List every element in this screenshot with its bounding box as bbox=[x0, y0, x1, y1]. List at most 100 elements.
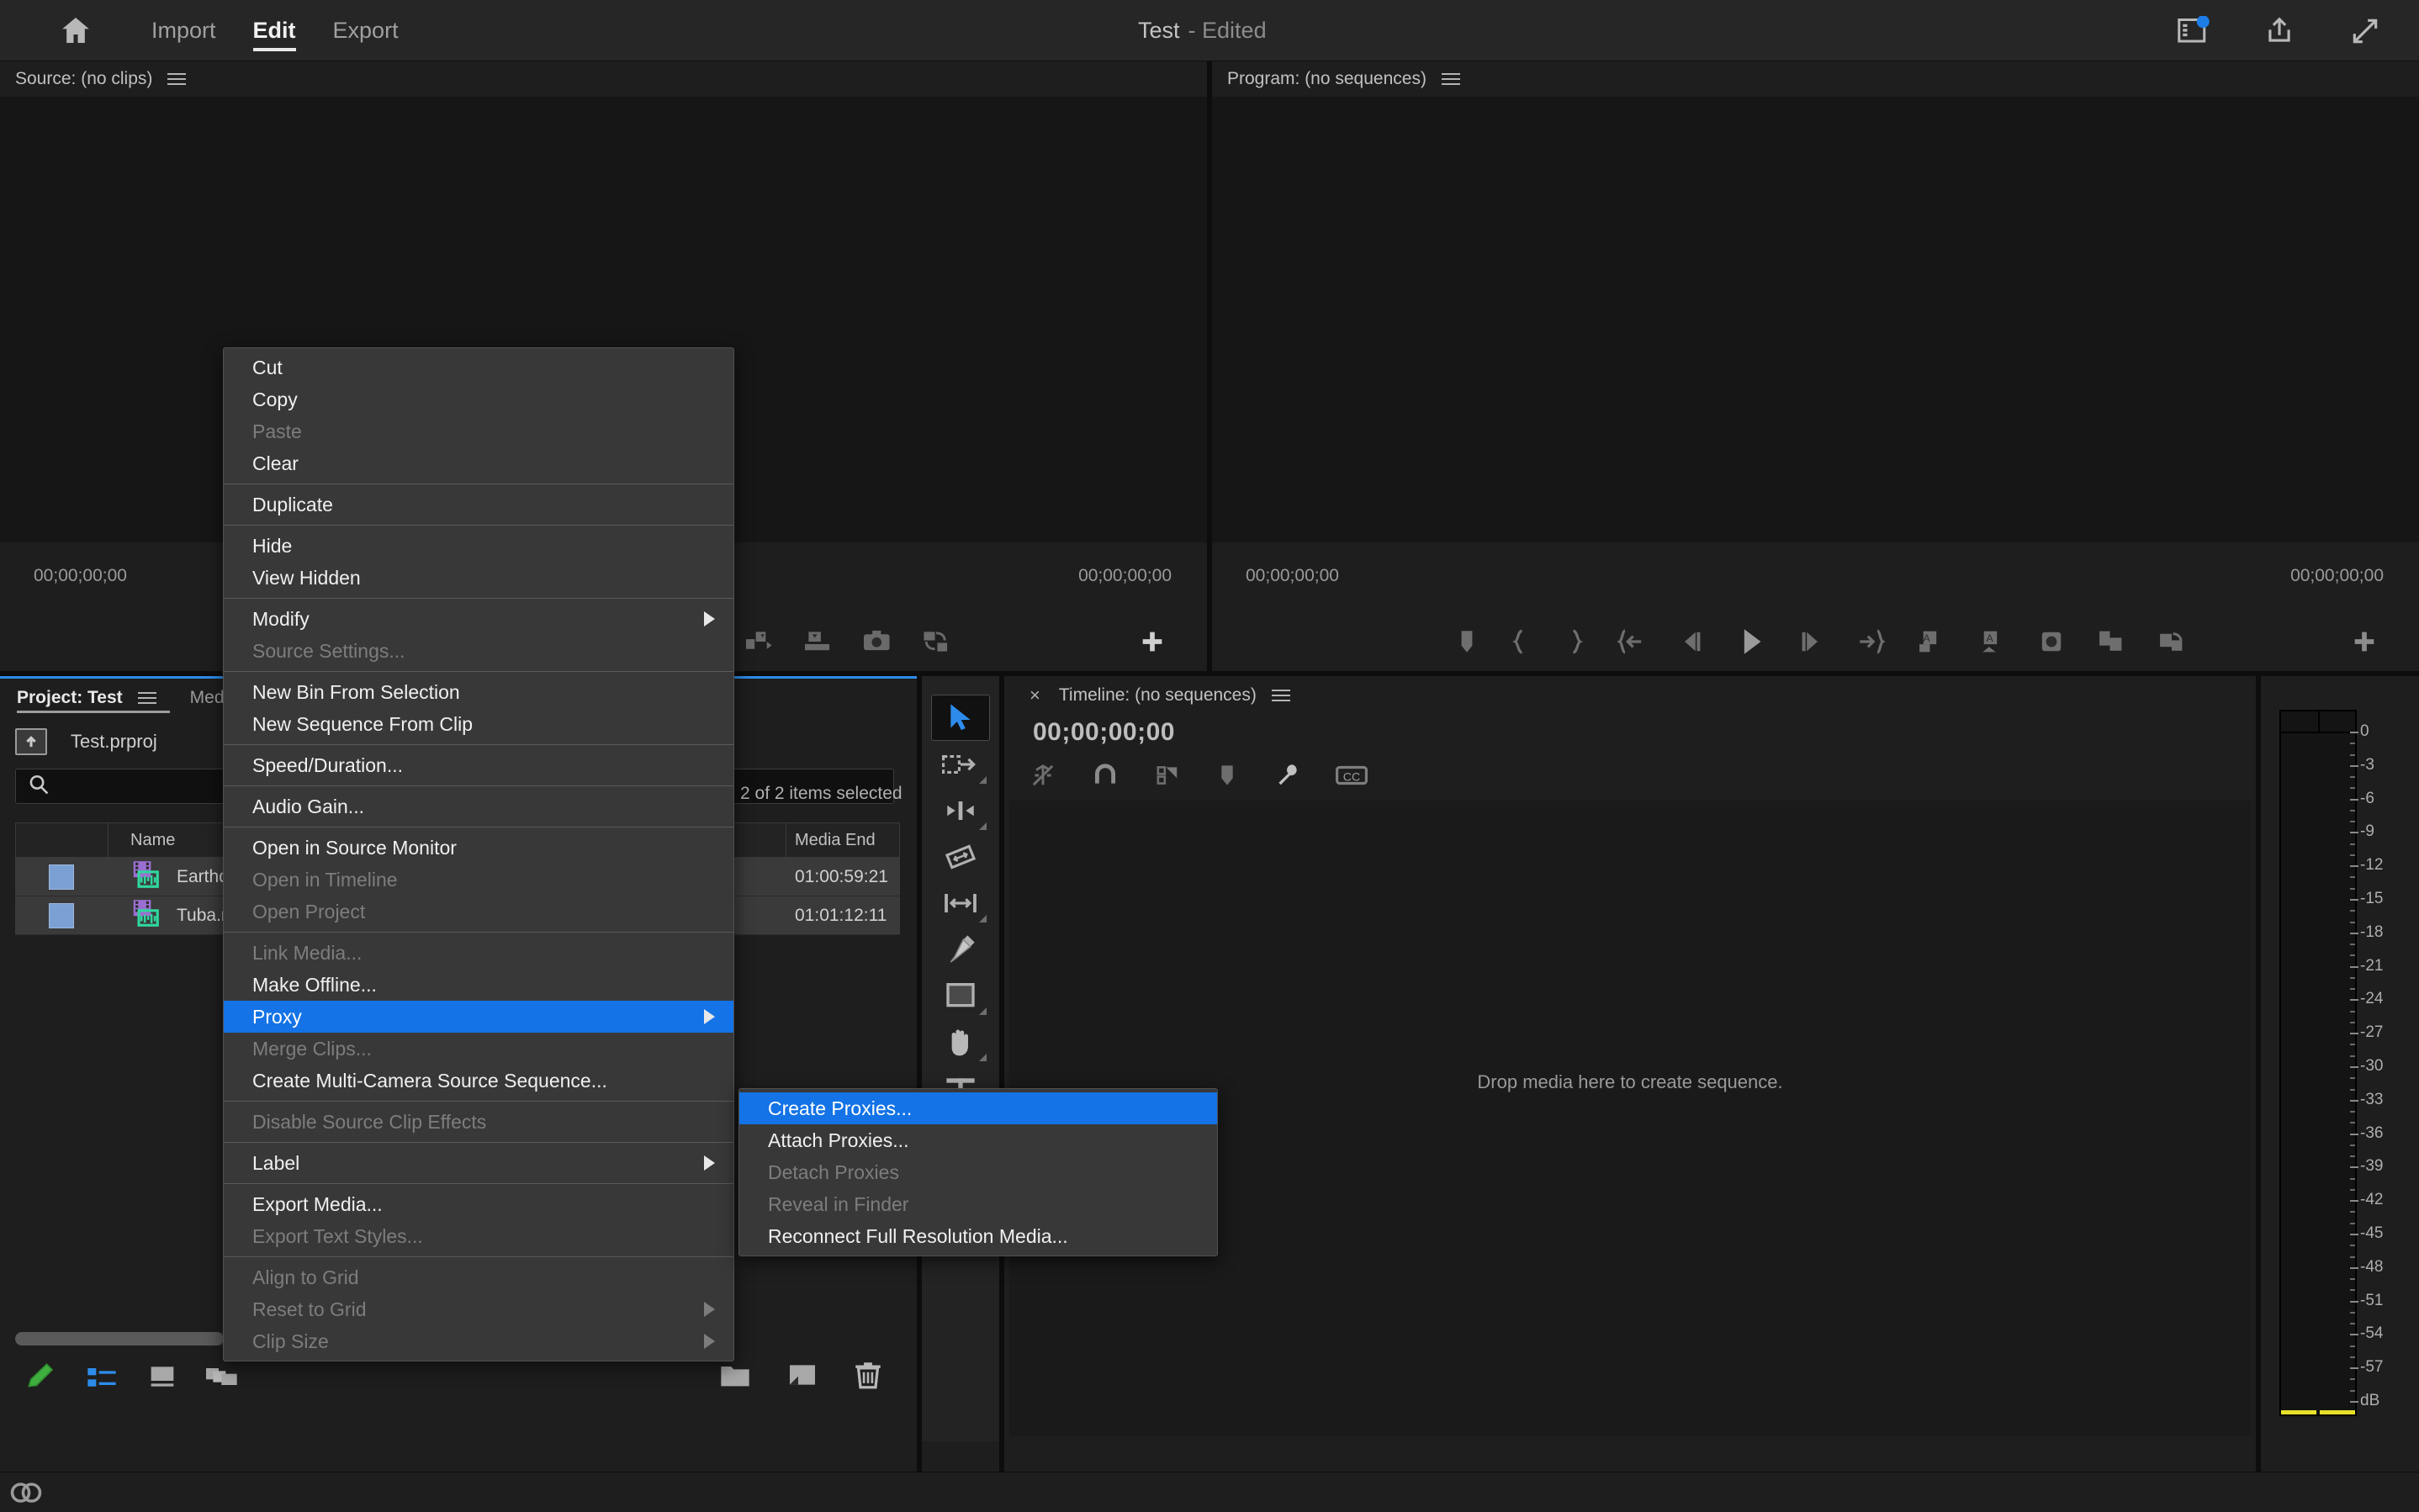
new-bin-icon[interactable] bbox=[718, 1361, 752, 1393]
menu-item-make-offline[interactable]: Make Offline... bbox=[224, 969, 733, 1001]
source-timecode-duration[interactable]: 00;00;00;00 bbox=[1078, 566, 1172, 586]
rectangle-tool[interactable] bbox=[931, 972, 990, 1018]
button-editor-icon[interactable] bbox=[1138, 627, 1167, 660]
add-button-icon[interactable] bbox=[2350, 627, 2379, 660]
column-header-swatch[interactable] bbox=[16, 823, 109, 857]
creative-cloud-icon[interactable] bbox=[8, 1478, 44, 1508]
insert-icon[interactable] bbox=[803, 628, 834, 659]
freeform-view-icon[interactable] bbox=[204, 1359, 242, 1394]
menu-item-new-sequence-from-clip[interactable]: New Sequence From Clip bbox=[224, 708, 733, 740]
camera-icon[interactable] bbox=[862, 628, 892, 659]
extract-icon[interactable]: A bbox=[1977, 628, 2006, 659]
audio-meter-tick: 0 bbox=[2350, 722, 2369, 740]
audio-meter-track[interactable] bbox=[2279, 710, 2357, 1416]
submenu-item-attach-proxies[interactable]: Attach Proxies... bbox=[739, 1124, 1217, 1156]
mode-tab-export[interactable]: Export bbox=[315, 0, 417, 61]
fullscreen-icon[interactable] bbox=[2345, 11, 2385, 51]
submenu-arrow-icon bbox=[704, 1009, 715, 1024]
rate-stretch-tool[interactable] bbox=[931, 880, 990, 926]
items-selected-status: 2 of 2 items selected bbox=[740, 784, 902, 803]
submenu-item-reconnect-full-resolution-media[interactable]: Reconnect Full Resolution Media... bbox=[739, 1220, 1217, 1252]
linked-selection-icon[interactable] bbox=[1154, 762, 1181, 793]
program-timecode-duration[interactable]: 00;00;00;00 bbox=[2290, 566, 2384, 586]
pencil-icon[interactable] bbox=[22, 1359, 61, 1394]
menu-item-proxy[interactable]: Proxy bbox=[224, 1001, 733, 1033]
selection-tool[interactable] bbox=[931, 695, 990, 741]
menu-item-cut[interactable]: Cut bbox=[224, 352, 733, 383]
hand-tool[interactable] bbox=[931, 1018, 990, 1065]
panel-menu-icon[interactable] bbox=[1441, 70, 1460, 88]
menu-item-view-hidden[interactable]: View Hidden bbox=[224, 562, 733, 594]
menu-item-label: Merge Clips... bbox=[252, 1037, 372, 1060]
trash-icon[interactable] bbox=[853, 1360, 883, 1394]
source-timecode-current[interactable]: 00;00;00;00 bbox=[34, 566, 127, 586]
home-icon[interactable] bbox=[52, 7, 99, 54]
step-back-icon[interactable] bbox=[1678, 628, 1705, 659]
captions-icon[interactable]: CC bbox=[1336, 764, 1368, 791]
menu-item-hide[interactable]: Hide bbox=[224, 530, 733, 562]
list-view-icon[interactable] bbox=[82, 1359, 121, 1394]
mode-tab-edit[interactable]: Edit bbox=[235, 0, 315, 61]
snap-icon[interactable] bbox=[1092, 762, 1119, 793]
close-icon[interactable]: × bbox=[1030, 685, 1040, 706]
audio-meter-tick: -45 bbox=[2349, 1224, 2384, 1242]
menu-item-modify[interactable]: Modify bbox=[224, 603, 733, 635]
panel-menu-icon[interactable] bbox=[137, 689, 156, 707]
go-to-in-icon[interactable] bbox=[1617, 628, 1646, 659]
row-color-swatch[interactable] bbox=[15, 902, 108, 928]
rolling-edit-tool[interactable] bbox=[931, 833, 990, 880]
go-to-out-icon[interactable] bbox=[1856, 628, 1886, 659]
panel-divider-vertical[interactable] bbox=[1207, 61, 1212, 676]
workspaces-icon[interactable] bbox=[2173, 11, 2214, 51]
submenu-item-create-proxies[interactable]: Create Proxies... bbox=[739, 1092, 1217, 1124]
export-frame-icon[interactable] bbox=[744, 628, 775, 659]
menu-item-audio-gain[interactable]: Audio Gain... bbox=[224, 790, 733, 822]
step-forward-icon[interactable] bbox=[1797, 628, 1824, 659]
add-marker-icon[interactable] bbox=[1216, 763, 1238, 792]
menu-item-label[interactable]: Label bbox=[224, 1147, 733, 1179]
audio-meter-minor-tick bbox=[2350, 1144, 2355, 1146]
menu-item-copy[interactable]: Copy bbox=[224, 383, 733, 415]
audio-meter-clip-indicators[interactable] bbox=[2281, 711, 2355, 733]
program-monitor-stage[interactable] bbox=[1212, 97, 2419, 542]
insert-overwrite-icon[interactable] bbox=[1030, 762, 1056, 793]
menu-item-create-multi-camera-source-sequence[interactable]: Create Multi-Camera Source Sequence... bbox=[224, 1065, 733, 1097]
menu-item-new-bin-from-selection[interactable]: New Bin From Selection bbox=[224, 676, 733, 708]
add-marker-icon[interactable] bbox=[1456, 628, 1478, 659]
share-icon[interactable] bbox=[2259, 11, 2300, 51]
timeline-timecode[interactable]: 00;00;00;00 bbox=[1033, 718, 1175, 747]
column-header-media-end[interactable]: Media End bbox=[786, 823, 899, 857]
menu-item-speed-duration[interactable]: Speed/Duration... bbox=[224, 749, 733, 781]
button-editor-icon[interactable] bbox=[2157, 628, 2186, 659]
menu-item-export-text-styles: Export Text Styles... bbox=[224, 1220, 733, 1252]
panel-menu-icon[interactable] bbox=[167, 70, 187, 88]
panel-menu-icon[interactable] bbox=[1271, 686, 1290, 705]
new-item-icon[interactable] bbox=[786, 1361, 819, 1393]
parent-bin-icon[interactable] bbox=[15, 728, 47, 755]
export-frame-icon[interactable] bbox=[2038, 628, 2065, 659]
svg-text:A: A bbox=[1987, 632, 1994, 644]
ripple-edit-tool[interactable] bbox=[931, 787, 990, 833]
menu-item-duplicate[interactable]: Duplicate bbox=[224, 489, 733, 521]
lift-icon[interactable]: A bbox=[1917, 628, 1945, 659]
svg-text:CC: CC bbox=[1343, 770, 1361, 784]
menu-item-export-media[interactable]: Export Media... bbox=[224, 1188, 733, 1220]
track-select-forward-tool[interactable] bbox=[931, 741, 990, 787]
overwrite-icon[interactable] bbox=[921, 628, 951, 659]
row-color-swatch[interactable] bbox=[15, 864, 108, 890]
audio-meter-tick: -48 bbox=[2349, 1257, 2384, 1276]
project-tab-0[interactable]: Project: Test bbox=[0, 679, 173, 716]
comparison-view-icon[interactable] bbox=[2097, 628, 2125, 659]
horizontal-scrollbar[interactable] bbox=[15, 1332, 242, 1345]
icon-view-icon[interactable] bbox=[143, 1359, 182, 1394]
program-timecode-current[interactable]: 00;00;00;00 bbox=[1246, 566, 1339, 586]
mode-tab-import[interactable]: Import bbox=[133, 0, 235, 61]
mark-in-icon[interactable] bbox=[1510, 628, 1532, 659]
mark-out-icon[interactable] bbox=[1564, 628, 1585, 659]
menu-item-clear[interactable]: Clear bbox=[224, 447, 733, 479]
menu-item-open-in-source-monitor[interactable]: Open in Source Monitor bbox=[224, 832, 733, 864]
audio-meter-minor-tick bbox=[2350, 988, 2355, 991]
play-icon[interactable] bbox=[1737, 626, 1765, 661]
pen-tool[interactable] bbox=[931, 926, 990, 972]
timeline-settings-icon[interactable] bbox=[1273, 762, 1300, 793]
